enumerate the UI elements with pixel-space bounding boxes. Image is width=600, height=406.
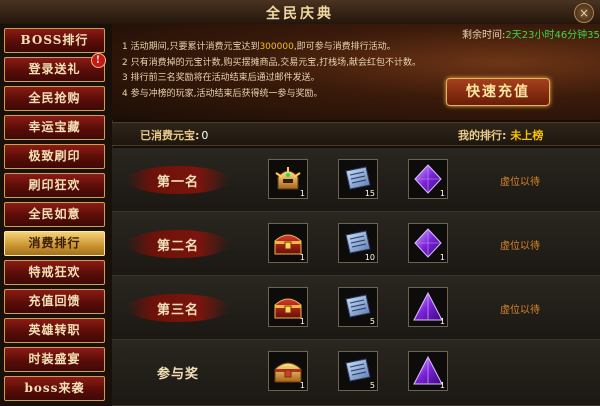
reward-quantity: 5 — [369, 317, 375, 326]
sidebar: BOSS排行 登录送礼 ! 全民抢购 幸运宝藏 极致刷印 刷印狂欢 全民如意 消… — [0, 24, 113, 406]
remaining-time-value: 2天23小时46分钟35秒 — [505, 30, 600, 41]
reward-slot[interactable]: 15 — [338, 159, 378, 199]
reward-quantity: 1 — [299, 253, 305, 262]
notification-badge: ! — [91, 53, 106, 68]
sidebar-item-label: 登录送礼 — [28, 62, 81, 76]
event-banner: 剩余时间:2天23小时46分钟35秒 1 活动期间,只要累计消费元宝达到3000… — [112, 24, 600, 120]
rules-list: 1 活动期间,只要累计消费元宝达到300000,即可参与消费排行活动。 2 只有… — [122, 40, 452, 102]
sidebar-item-ruyi[interactable]: 全民如意 — [4, 202, 105, 227]
reward-quantity: 1 — [299, 317, 305, 326]
reward-slot[interactable]: 1 — [408, 351, 448, 391]
vacant-label: 虚位以待 — [500, 305, 540, 316]
reward-quantity: 15 — [364, 189, 375, 198]
rank-name-banner: 第二名 — [126, 230, 230, 258]
sidebar-item-lucky-treasure[interactable]: 幸运宝藏 — [4, 115, 105, 140]
sidebar-item-fashion-feast[interactable]: 时装盛宴 — [4, 347, 105, 372]
vacant-label: 虚位以待 — [500, 241, 540, 252]
close-button[interactable]: × — [574, 3, 594, 23]
reward-slot[interactable]: 1 — [408, 287, 448, 327]
reward-quantity: 1 — [299, 189, 305, 198]
reward-slot[interactable]: 1 — [268, 287, 308, 327]
remaining-time-label: 剩余时间: — [462, 30, 506, 41]
reward-quantity: 1 — [439, 381, 445, 390]
sidebar-item-login-gift[interactable]: 登录送礼 ! — [4, 53, 106, 82]
reward-quantity: 1 — [439, 317, 445, 326]
rule-item: 1 活动期间,只要累计消费元宝达到300000,即可参与消费排行活动。 — [122, 42, 396, 52]
reward-slot[interactable]: 1 — [408, 159, 448, 199]
vacant-label: 虚位以待 — [500, 177, 540, 188]
sidebar-item-ultimate-seal[interactable]: 极致刷印 — [4, 144, 105, 169]
quick-recharge-button[interactable]: 快速充值 — [446, 78, 550, 106]
reward-quantity: 5 — [369, 381, 375, 390]
rank-name-banner: 参与奖 — [156, 367, 199, 382]
rank-name-banner: 第三名 — [126, 294, 230, 322]
sidebar-item-boss-invasion[interactable]: boss来袭 — [4, 376, 105, 401]
rank-name-banner: 第一名 — [126, 166, 230, 194]
status-row: 已消费元宝: 0 我的排行: 未上榜 — [112, 122, 600, 146]
my-rank: 我的排行: 未上榜 — [458, 129, 544, 142]
spent-yuanbao: 已消费元宝: 0 — [140, 129, 209, 142]
reward-slot[interactable]: 5 — [338, 351, 378, 391]
remaining-time: 剩余时间:2天23小时46分钟35秒 — [462, 26, 600, 41]
sidebar-item-hero-transfer[interactable]: 英雄转职 — [4, 318, 105, 343]
sidebar-item-boss-ranking[interactable]: BOSS排行 — [4, 28, 105, 53]
window-title-bar: 全民庆典 × — [0, 0, 600, 25]
sidebar-item-flash-sale[interactable]: 全民抢购 — [4, 86, 105, 111]
rule-item: 3 排行前三名奖励将在活动结束后通过邮件发送。 — [122, 73, 320, 83]
reward-slot[interactable]: 1 — [268, 351, 308, 391]
reward-slot[interactable]: 1 — [268, 159, 308, 199]
reward-quantity: 1 — [299, 381, 305, 390]
rank-row-third: 第三名 1 5 1 虚位以待 — [112, 276, 600, 340]
sidebar-item-recharge-reward[interactable]: 充值回馈 — [4, 289, 105, 314]
rank-row-second: 第二名 1 10 1 虚位以待 — [112, 212, 600, 276]
reward-quantity: 1 — [439, 253, 445, 262]
reward-slot[interactable]: 5 — [338, 287, 378, 327]
reward-slot[interactable]: 1 — [408, 223, 448, 263]
sidebar-item-ring-carnival[interactable]: 特戒狂欢 — [4, 260, 105, 285]
window-title: 全民庆典 — [266, 6, 334, 22]
rule-item: 2 只有消费掉的元宝计数,购买摆摊商品,交易元宝,打栈场,献会红包不计数。 — [122, 57, 422, 68]
rank-row-participation: 参与奖 1 5 1 — [112, 340, 600, 406]
spent-value: 0 — [201, 129, 209, 142]
reward-slot[interactable]: 1 — [268, 223, 308, 263]
rule-item: 4 参与冲榜的玩家,活动结束后获得统一参与奖励。 — [122, 88, 323, 99]
sidebar-item-seal-carnival[interactable]: 刷印狂欢 — [4, 173, 105, 198]
reward-quantity: 10 — [364, 253, 375, 262]
reward-quantity: 1 — [439, 189, 445, 198]
reward-slot[interactable]: 10 — [338, 223, 378, 263]
threshold-value: 300000 — [259, 42, 294, 52]
my-rank-value: 未上榜 — [510, 129, 544, 142]
rank-row-first: 第一名 1 15 1 虚位以待 — [112, 148, 600, 212]
sidebar-item-consumption-ranking[interactable]: 消费排行 — [4, 231, 105, 256]
